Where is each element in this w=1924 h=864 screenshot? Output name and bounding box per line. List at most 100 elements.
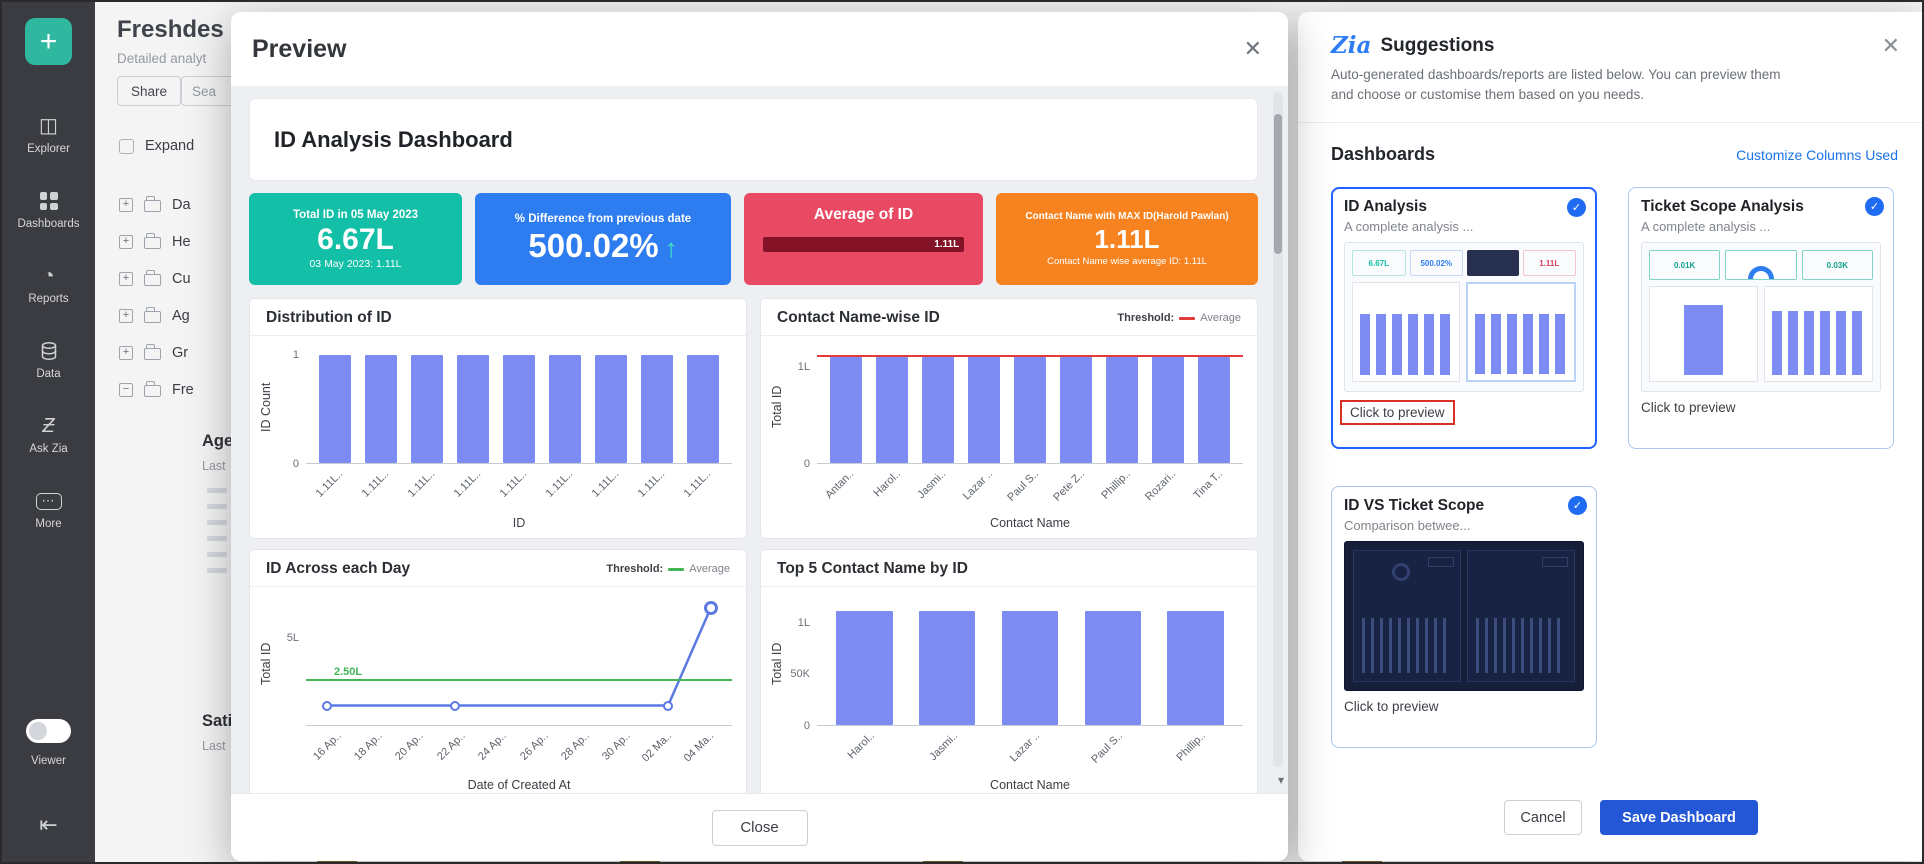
x-ticks: 1.11L..1.11L..1.11L..1.11L..1.11L..1.11L… bbox=[306, 464, 732, 516]
kpi-average-id: Average of ID 1.11L bbox=[744, 193, 983, 285]
modal-scrollbar[interactable] bbox=[1273, 92, 1283, 767]
sidebar-item-explorer[interactable]: ◫ Explorer bbox=[2, 98, 95, 173]
viewer-toggle[interactable] bbox=[26, 719, 71, 743]
kpi-max-id: Contact Name with MAX ID(Harold Pawlan) … bbox=[996, 193, 1258, 285]
x-axis-label: Contact Name bbox=[817, 778, 1243, 793]
x-ticks: Harol..Jasmi..Lazar ..Paul S..Phillip.. bbox=[817, 726, 1243, 778]
kpi-row: Total ID in 05 May 2023 6.67L 03 May 202… bbox=[249, 193, 1258, 285]
chart-title: ID Across each Day bbox=[266, 560, 410, 578]
thumb-kpi: 500.02% bbox=[1410, 250, 1464, 276]
kpi-subtitle: 03 May 2023: 1.11L bbox=[309, 258, 401, 270]
database-icon bbox=[39, 341, 59, 361]
zia-logo-icon: Zia bbox=[1331, 34, 1371, 57]
dashboard-title-card: ID Analysis Dashboard bbox=[249, 98, 1258, 181]
scrollbar-thumb[interactable] bbox=[1274, 114, 1282, 254]
y-axis-label: ID Count bbox=[258, 346, 274, 468]
dashboards-section-row: Dashboards Customize Columns Used bbox=[1331, 144, 1898, 165]
thumb-kpi-bar bbox=[1467, 250, 1519, 276]
card-title: Ticket Scope Analysis bbox=[1641, 198, 1881, 216]
chart-top5-contact-name: Top 5 Contact Name by ID Total ID 1L50K0… bbox=[760, 549, 1258, 793]
thumb-kpi: 6.67L bbox=[1352, 250, 1406, 276]
zia-icon: Ƶ bbox=[42, 416, 54, 436]
click-to-preview-link[interactable]: Click to preview bbox=[1344, 699, 1439, 714]
explorer-icon: ◫ bbox=[39, 116, 58, 136]
suggestion-cards: ID Analysis ✓ A complete analysis ... 6.… bbox=[1331, 187, 1894, 748]
up-arrow-icon: ↑ bbox=[665, 233, 678, 263]
thumb-bar-chart bbox=[1352, 282, 1460, 382]
thumb-kpi: 0.03K bbox=[1802, 250, 1873, 280]
dashboard-thumbnail: 0.01K 0.03K bbox=[1641, 242, 1881, 392]
thumb-bar-chart bbox=[1466, 282, 1576, 382]
card-subtitle: A complete analysis ... bbox=[1344, 219, 1584, 234]
suggestions-close-icon[interactable]: ✕ bbox=[1882, 35, 1900, 57]
dashboard-thumbnail: 6.67L 500.02% 1.11L bbox=[1344, 242, 1584, 392]
sidebar-item-label: Data bbox=[36, 368, 60, 380]
x-axis-label: ID bbox=[306, 516, 732, 534]
kpi-progress-bar: 1.11L bbox=[763, 237, 964, 252]
kpi-title: % Difference from previous date bbox=[515, 212, 691, 226]
sidebar-item-ask-zia[interactable]: Ƶ Ask Zia bbox=[2, 398, 95, 473]
kpi-title: Average of ID bbox=[814, 205, 913, 224]
sidebar-item-label: Dashboards bbox=[17, 218, 79, 230]
chart-distribution-of-id: Distribution of ID ID Count 10 1.11L..1.… bbox=[249, 298, 747, 539]
chart-contact-name-wise-id: Contact Name-wise ID Threshold: Average … bbox=[760, 298, 1258, 539]
dashboards-section-title: Dashboards bbox=[1331, 144, 1435, 165]
collapse-sidebar-icon[interactable]: ⇤ bbox=[2, 812, 95, 838]
card-action: Click to preview bbox=[1641, 400, 1881, 415]
sidebar-item-label: Explorer bbox=[27, 143, 70, 155]
plus-icon: + bbox=[40, 25, 58, 59]
threshold-legend: Threshold: Average bbox=[606, 563, 730, 575]
y-ticks: 1L50K0 bbox=[785, 597, 817, 726]
kpi-title: Contact Name with MAX ID(Harold Pawlan) bbox=[1025, 211, 1228, 224]
toggle-knob bbox=[29, 722, 47, 740]
viewer-label: Viewer bbox=[2, 755, 95, 767]
kpi-value: 500.02%↑ bbox=[528, 227, 677, 265]
sidebar: + ◫ Explorer Dashboards ◔ Reports bbox=[2, 2, 95, 862]
x-ticks: 16 Ap..18 Ap..20 Ap..22 Ap..24 Ap..26 Ap… bbox=[306, 726, 732, 778]
suggestions-panel: Zia Suggestions ✕ Auto-generated dashboa… bbox=[1298, 12, 1922, 861]
click-to-preview-link[interactable]: Click to preview bbox=[1340, 400, 1455, 425]
app-screen: Freshdes Detailed analyt Share Sea Expan… bbox=[0, 0, 1924, 864]
plot-area bbox=[817, 597, 1243, 726]
scroll-down-icon[interactable]: ▾ bbox=[1278, 773, 1284, 787]
x-axis-label: Date of Created At bbox=[306, 778, 732, 793]
save-dashboard-button[interactable]: Save Dashboard bbox=[1600, 800, 1758, 835]
selected-check-icon[interactable]: ✓ bbox=[1567, 198, 1586, 217]
add-button[interactable]: + bbox=[25, 18, 72, 65]
close-button[interactable]: Close bbox=[712, 810, 808, 846]
sidebar-item-reports[interactable]: ◔ Reports bbox=[2, 248, 95, 323]
card-action: Click to preview bbox=[1344, 699, 1584, 714]
suggestion-card-id-vs-ticket-scope[interactable]: ID VS Ticket Scope ✓ Comparison betwee..… bbox=[1331, 486, 1597, 748]
modal-footer: Close bbox=[231, 793, 1288, 861]
sidebar-item-more[interactable]: ⋯ More bbox=[2, 473, 95, 548]
sidebar-item-label: Reports bbox=[28, 293, 68, 305]
suggestion-card-ticket-scope-analysis[interactable]: Ticket Scope Analysis ✓ A complete analy… bbox=[1628, 187, 1894, 449]
suggestions-footer: Cancel Save Dashboard bbox=[1504, 800, 1758, 835]
x-axis-label: Contact Name bbox=[817, 516, 1243, 534]
sidebar-item-label: More bbox=[35, 518, 61, 530]
modal-close-icon[interactable]: ✕ bbox=[1244, 38, 1262, 60]
cancel-button[interactable]: Cancel bbox=[1504, 800, 1582, 835]
x-ticks: Antan..Harol..Jasmi..Lazar ..Paul S..Pet… bbox=[817, 464, 1243, 516]
sidebar-item-data[interactable]: Data bbox=[2, 323, 95, 398]
suggestions-header: Zia Suggestions ✕ Auto-generated dashboa… bbox=[1298, 12, 1922, 123]
y-axis-label: Total ID bbox=[258, 597, 274, 730]
thumb-dark-chart bbox=[1353, 550, 1461, 682]
click-to-preview-link[interactable]: Click to preview bbox=[1641, 400, 1736, 415]
sidebar-item-label: Ask Zia bbox=[29, 443, 67, 455]
card-title: ID Analysis bbox=[1344, 198, 1584, 216]
kpi-value: 1.11L bbox=[1094, 225, 1159, 255]
sidebar-item-dashboards[interactable]: Dashboards bbox=[2, 173, 95, 248]
suggestion-card-id-analysis[interactable]: ID Analysis ✓ A complete analysis ... 6.… bbox=[1331, 187, 1597, 449]
y-ticks: 1L0 bbox=[785, 346, 817, 464]
suggestions-title: Suggestions bbox=[1380, 35, 1494, 57]
kpi-difference: % Difference from previous date 500.02%↑ bbox=[475, 193, 731, 285]
selected-check-icon[interactable]: ✓ bbox=[1865, 197, 1884, 216]
y-ticks: 5L bbox=[274, 597, 306, 726]
thumb-bar-chart bbox=[1764, 286, 1873, 382]
threshold-legend: Threshold: Average bbox=[1117, 312, 1241, 324]
selected-check-icon[interactable]: ✓ bbox=[1568, 496, 1587, 515]
thumb-kpi: 1.11L bbox=[1523, 250, 1577, 276]
card-subtitle: Comparison betwee... bbox=[1344, 518, 1584, 533]
customize-columns-link[interactable]: Customize Columns Used bbox=[1736, 147, 1898, 163]
